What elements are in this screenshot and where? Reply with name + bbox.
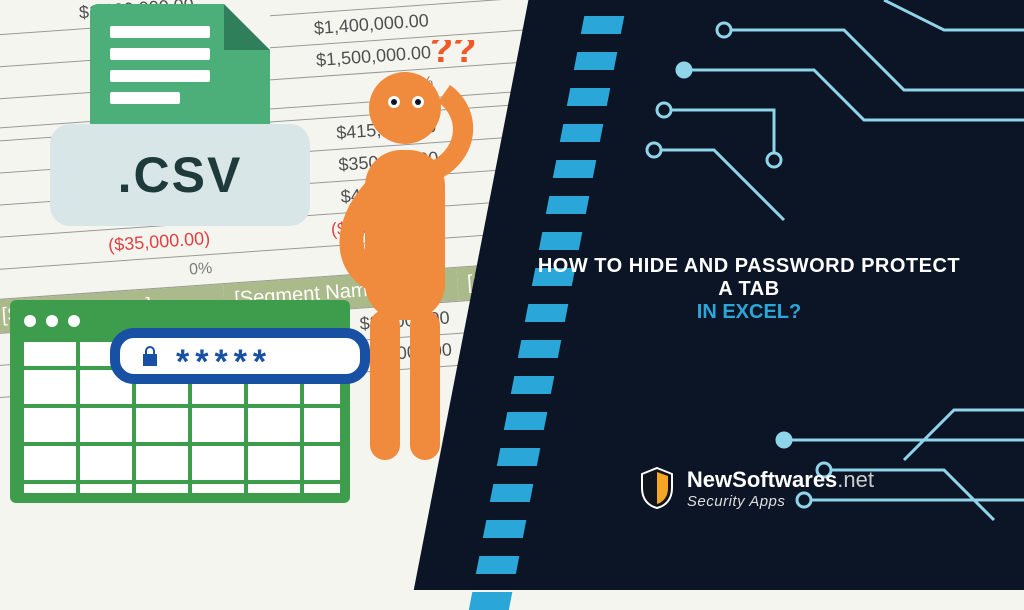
lock-icon	[138, 344, 162, 368]
brand-name-main: NewSoftwares	[687, 467, 837, 492]
shield-icon	[639, 466, 675, 510]
brand-tagline: Security Apps	[687, 493, 874, 510]
headline: HOW TO HIDE AND PASSWORD PROTECT A TAB I…	[534, 255, 964, 324]
headline-line1: HOW TO HIDE AND PASSWORD PROTECT A TAB	[534, 255, 964, 301]
password-stars: *****	[176, 343, 272, 382]
csv-extension-label: .CSV	[50, 124, 310, 226]
file-lines-icon	[110, 26, 210, 114]
headline-line2: IN EXCEL?	[534, 301, 964, 324]
brand-name-suffix: .net	[837, 467, 874, 492]
brand-logo: NewSoftwares.net Security Apps	[639, 466, 874, 510]
brand-name: NewSoftwares.net	[687, 467, 874, 493]
csv-file-icon: .CSV	[50, 4, 300, 264]
question-marks-icon: ??	[430, 40, 476, 71]
